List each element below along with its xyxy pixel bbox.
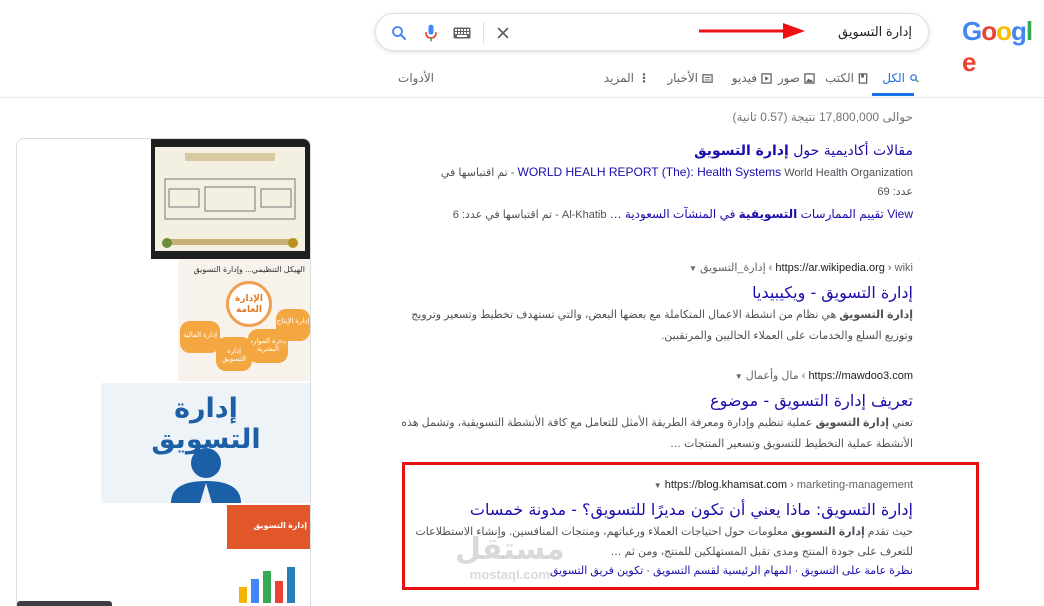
search-input[interactable]: إدارة التسويق <box>838 24 912 40</box>
scholar-title-bold: إدارة التسويق <box>694 143 789 159</box>
scholar-entry: View تقييم الممارسات التسويقية في المنشآ… <box>400 203 913 226</box>
tab-label: صور <box>777 71 800 85</box>
image-petal: إدارة الإنتاج <box>276 309 310 341</box>
search-box[interactable]: إدارة التسويق <box>375 13 929 51</box>
scholar-link[interactable]: View تقييم الممارسات التسويقية في المنشآ… <box>610 207 913 221</box>
person-icon <box>171 448 241 503</box>
result-crumb: › مال وأعمال <box>745 370 806 382</box>
dropdown-triangle-icon[interactable]: ▼ <box>735 372 743 381</box>
snippet-text: هي نظام من انشطة الاعمال المتكاملة مع بع… <box>411 309 913 342</box>
image-petal: إدارة التسويق <box>216 337 252 371</box>
tab-label: الكل <box>882 71 905 85</box>
image-caption: إدارة التسويق <box>253 521 307 530</box>
search-icon[interactable] <box>389 23 409 43</box>
logo-letter: o <box>981 16 997 46</box>
result-snippet: إدارة التسويق هي نظام من انشطة الاعمال ا… <box>400 305 913 347</box>
search-tabs: الكل الكتب صور فيديو الأخبار ⋮ المزيد ال… <box>380 71 920 91</box>
watermark-en: mostaql.com <box>469 567 550 582</box>
image-caption: الهيكل التنظيمي... وإدارة التسويق <box>193 265 306 274</box>
image-thumbnail-3[interactable]: إدارة التسويق <box>101 383 310 503</box>
scholar-meta-2: عدد: 69 <box>877 186 913 198</box>
tab-books[interactable]: الكتب <box>825 71 868 85</box>
play-icon <box>761 72 772 84</box>
result-stats: حوالى 17,800,000 نتيجة (0.57 ثانية) <box>732 110 913 124</box>
news-icon <box>702 73 713 83</box>
logo-letter: e <box>962 47 977 77</box>
snippet-bold: إدارة التسويق <box>839 309 913 321</box>
snippet-text: تعني <box>889 417 913 429</box>
result-url[interactable]: https://ar.wikipedia.org › wiki › إدارة_… <box>400 260 913 277</box>
logo-letter: g <box>1011 16 1027 46</box>
result-url[interactable]: https://mawdoo3.com › مال وأعمال ▼ <box>400 368 913 385</box>
active-tab-indicator <box>872 93 914 96</box>
image-center-label: الإدارة العامة <box>226 281 272 327</box>
tab-label: الكتب <box>824 71 854 85</box>
mic-icon[interactable] <box>421 23 441 43</box>
search-icon <box>910 73 919 83</box>
logo-letter: o <box>996 16 1012 46</box>
tab-label: المزيد <box>603 71 634 85</box>
scholar-block: مقالات أكاديمية حول إدارة التسويق WORLD … <box>400 140 913 226</box>
tab-tools[interactable]: الأدوات <box>398 71 434 85</box>
scholar-link-text: View تقييم الممارسات <box>797 207 913 221</box>
result-item: https://ar.wikipedia.org › wiki › إدارة_… <box>400 260 913 347</box>
annotation-arrow-icon <box>699 23 805 39</box>
scholar-link-text: في المنشآت السعودية … <box>609 207 739 221</box>
image-thumbnail-1[interactable] <box>151 139 310 259</box>
logo-letter: l <box>1025 16 1033 46</box>
slide-image <box>155 147 305 251</box>
scholar-meta: Al-Khatib - تم اقتباسها في عدد: 6 <box>452 209 607 221</box>
snippet-bold: إدارة التسويق <box>815 417 890 429</box>
result-snippet: تعني إدارة التسويق عملية تنظيم وإدارة وم… <box>400 413 913 455</box>
result-title[interactable]: إدارة التسويق - ويكيبيديا <box>400 281 913 305</box>
book-icon <box>858 72 868 84</box>
search-separator <box>483 22 484 44</box>
google-logo[interactable]: Googl e <box>962 16 1044 78</box>
keyboard-icon[interactable] <box>452 23 472 43</box>
watermark: مستقل mostaql.com <box>455 534 565 582</box>
more-vert-icon: ⋮ <box>638 71 650 85</box>
chart-illustration-icon <box>239 567 295 603</box>
image-thumbnail-2[interactable]: الهيكل التنظيمي... وإدارة التسويق الإدار… <box>178 259 310 381</box>
image-icon <box>804 72 815 84</box>
tab-videos[interactable]: فيديو <box>732 71 772 85</box>
logo-letter: G <box>962 16 982 46</box>
tab-news[interactable]: الأخبار <box>667 71 713 85</box>
scholar-link[interactable]: WORLD HEALH REPORT (The): Health Systems <box>518 165 782 179</box>
tab-label: الأخبار <box>667 71 698 85</box>
watermark-ar: مستقل <box>455 533 565 566</box>
scholar-title[interactable]: مقالات أكاديمية حول إدارة التسويق <box>400 140 913 162</box>
dropdown-triangle-icon[interactable]: ▼ <box>689 264 697 273</box>
scholar-entry: WORLD HEALH REPORT (The): Health Systems… <box>400 162 913 183</box>
result-title[interactable]: تعريف إدارة التسويق - موضوع <box>400 389 913 413</box>
result-domain: https://mawdoo3.com <box>808 370 913 382</box>
scholar-title-text: مقالات أكاديمية حول <box>788 143 913 159</box>
image-thumbnail-4[interactable]: إدارة التسويق <box>227 505 310 606</box>
image-more-bar[interactable] <box>17 601 112 606</box>
clear-icon[interactable] <box>493 23 513 43</box>
tab-all[interactable]: الكل <box>882 71 920 85</box>
tab-label: الأدوات <box>398 71 434 85</box>
image-petal: إدارة المالية <box>180 321 220 353</box>
header-divider <box>0 97 1044 98</box>
slide-diagram-icon <box>162 153 298 248</box>
scholar-link-bold: التسويقية <box>738 207 798 221</box>
image-panel: الهيكل التنظيمي... وإدارة التسويق الإدار… <box>16 138 311 606</box>
tab-images[interactable]: صور <box>778 71 815 85</box>
result-item: https://mawdoo3.com › مال وأعمال ▼ تعريف… <box>400 368 913 455</box>
result-crumb-text: مال وأعمال <box>745 370 799 382</box>
tab-more[interactable]: ⋮ المزيد <box>604 71 650 85</box>
result-domain: https://ar.wikipedia.org <box>775 262 885 274</box>
tab-label: فيديو <box>731 71 757 85</box>
